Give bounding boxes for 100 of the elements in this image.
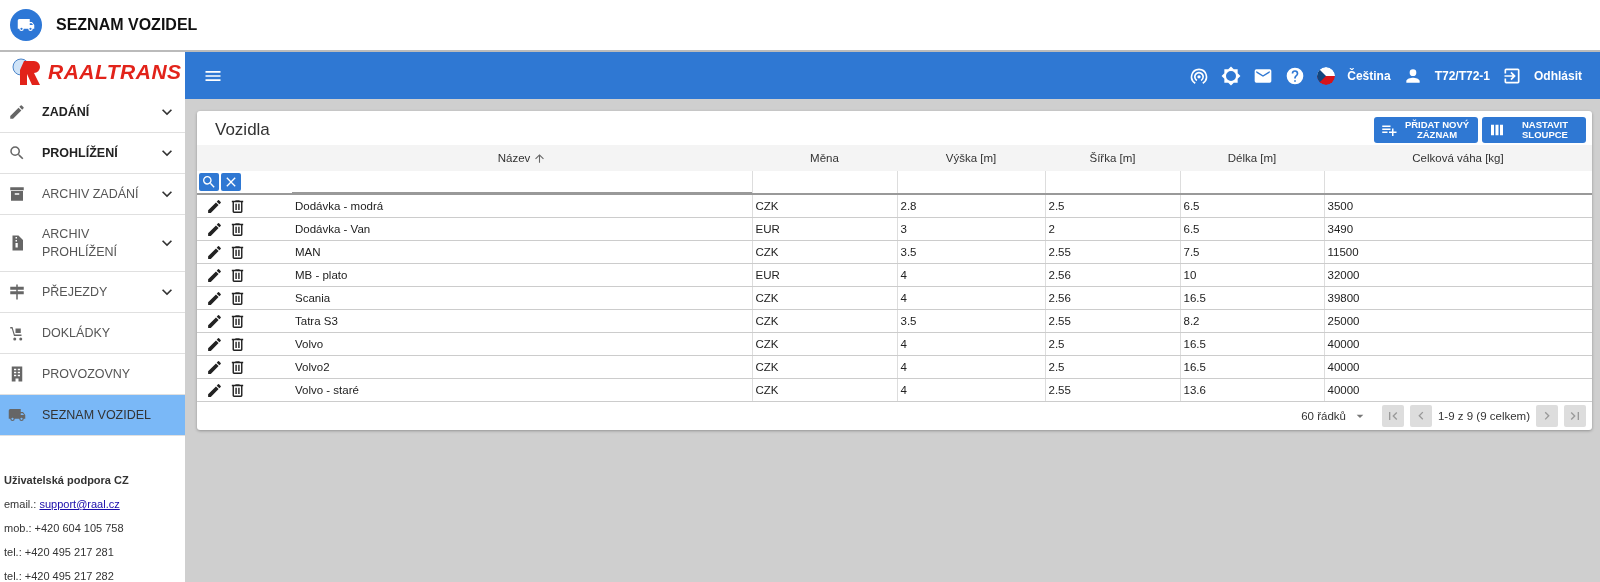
language-label[interactable]: Čeština xyxy=(1347,68,1391,83)
edit-icon xyxy=(206,220,223,238)
table-cell: 10 xyxy=(1183,269,1197,281)
table-cell: Dodávka - modrá xyxy=(295,200,384,212)
delete-icon xyxy=(229,358,246,376)
table-cell: 4 xyxy=(900,384,907,396)
page-range: 1-9 z 9 (9 celkem) xyxy=(1437,410,1530,422)
table-cell: 6.5 xyxy=(1183,200,1200,212)
table-cell: 2.5 xyxy=(1048,361,1065,373)
table-cell: 40000 xyxy=(1327,338,1360,350)
table-cell: 16.5 xyxy=(1183,338,1206,350)
table-cell: Volvo - staré xyxy=(295,384,359,396)
column-header[interactable]: Šířka [m] xyxy=(1089,152,1136,164)
delete-icon xyxy=(229,243,246,261)
table-cell: 3.5 xyxy=(900,246,917,258)
table-cell: MB - plato xyxy=(295,269,348,281)
delete-icon xyxy=(229,381,246,399)
table-cell: 11500 xyxy=(1327,246,1359,258)
table-cell: 4 xyxy=(900,338,907,350)
table-cell: 2.55 xyxy=(1048,384,1071,396)
edit-icon xyxy=(206,197,223,215)
table-cell: CZK xyxy=(755,384,779,396)
table-cell: CZK xyxy=(755,246,779,258)
support-title: Uživatelská podpora CZ xyxy=(4,474,130,486)
search-icon xyxy=(8,144,26,162)
card-title: Vozidla xyxy=(215,120,271,140)
table-cell: 6.5 xyxy=(1183,223,1200,235)
edit-icon xyxy=(206,289,223,307)
table-cell: 8.2 xyxy=(1183,315,1200,327)
delete-icon xyxy=(229,197,246,215)
table-cell: Dodávka - Van xyxy=(295,223,371,235)
edit-icon xyxy=(206,381,223,399)
column-header[interactable]: Výška [m] xyxy=(945,152,997,164)
delete-icon xyxy=(229,335,246,353)
truck-icon xyxy=(10,9,42,41)
table-cell: 39800 xyxy=(1327,292,1360,304)
user-name: T72/T72-1 xyxy=(1434,68,1490,83)
table-cell: 2.8 xyxy=(900,200,917,212)
table-cell: 25000 xyxy=(1327,315,1360,327)
signpost-icon xyxy=(8,283,26,301)
brightness-icon[interactable] xyxy=(1221,65,1242,86)
add-record-button[interactable]: PŘIDAT NOVÝ ZÁZNAM xyxy=(1374,117,1478,143)
column-header[interactable]: Měna xyxy=(810,152,839,164)
truck-icon xyxy=(8,406,26,424)
table-cell: CZK xyxy=(755,338,779,350)
help-icon[interactable] xyxy=(1285,65,1306,86)
table-cell: MAN xyxy=(295,246,321,258)
table-cell: 40000 xyxy=(1327,384,1360,396)
phone-line: tel.: +420 495 217 281 xyxy=(4,546,115,558)
logo-text: RAALTRANS xyxy=(48,60,182,84)
table-cell: 2.56 xyxy=(1048,292,1071,304)
table-cell: Volvo xyxy=(295,338,324,350)
clear-button[interactable] xyxy=(221,172,241,191)
table-cell: 2.56 xyxy=(1048,269,1071,281)
table-cell: 13.6 xyxy=(1183,384,1206,396)
flag-icon[interactable] xyxy=(1317,66,1336,85)
archive-box-icon xyxy=(8,185,26,203)
sidebar-item[interactable]: SEZNAM VOZIDEL xyxy=(0,395,185,436)
phone-line: mob.: +420 604 105 758 xyxy=(4,522,125,534)
table-cell: 4 xyxy=(900,292,907,304)
delete-icon xyxy=(229,312,246,330)
columns-button[interactable]: NASTAVIT SLOUPCE xyxy=(1482,117,1586,143)
search-icon xyxy=(201,173,217,190)
logo-icon xyxy=(12,57,42,87)
table-cell: Volvo2 xyxy=(295,361,330,373)
table-cell: 3 xyxy=(900,223,907,235)
pencil-icon xyxy=(8,103,26,121)
table-cell: CZK xyxy=(755,361,779,373)
search-button[interactable] xyxy=(199,172,219,191)
logout-link[interactable]: Odhlásit xyxy=(1534,68,1582,83)
edit-icon xyxy=(206,358,223,376)
edit-icon xyxy=(206,335,223,353)
column-header[interactable]: Název xyxy=(497,151,547,165)
table-cell: 4 xyxy=(900,269,907,281)
table-cell: 2.5 xyxy=(1048,338,1065,350)
table-cell: Tatra S3 xyxy=(295,315,338,327)
column-header[interactable]: Délka [m] xyxy=(1227,152,1277,164)
rows-per-page-select[interactable]: 60 řádků xyxy=(1301,408,1368,424)
table-cell: 32000 xyxy=(1327,269,1360,281)
email-link[interactable]: support@raal.cz xyxy=(39,498,120,510)
table-cell: Scania xyxy=(295,292,331,304)
edit-icon xyxy=(206,266,223,284)
table-cell: CZK xyxy=(755,200,779,212)
table-cell: 3500 xyxy=(1327,200,1354,212)
table-cell: 2.5 xyxy=(1048,200,1065,212)
page-title: SEZNAM VOZIDEL xyxy=(56,16,198,34)
table-cell: 7.5 xyxy=(1183,246,1200,258)
table-cell: 3490 xyxy=(1327,223,1354,235)
table-cell: 2.55 xyxy=(1048,246,1071,258)
edit-icon xyxy=(206,243,223,261)
table-cell: 40000 xyxy=(1327,361,1360,373)
table-cell: 4 xyxy=(900,361,907,373)
edit-icon xyxy=(206,312,223,330)
table-cell: 2 xyxy=(1048,223,1055,235)
table-cell: CZK xyxy=(755,315,779,327)
table-cell: 3.5 xyxy=(900,315,917,327)
table-cell: 16.5 xyxy=(1183,292,1206,304)
email-label: email.: support@raal.cz xyxy=(4,498,121,510)
column-header[interactable]: Celková váha [kg] xyxy=(1412,152,1504,164)
table-cell: 2.55 xyxy=(1048,315,1071,327)
